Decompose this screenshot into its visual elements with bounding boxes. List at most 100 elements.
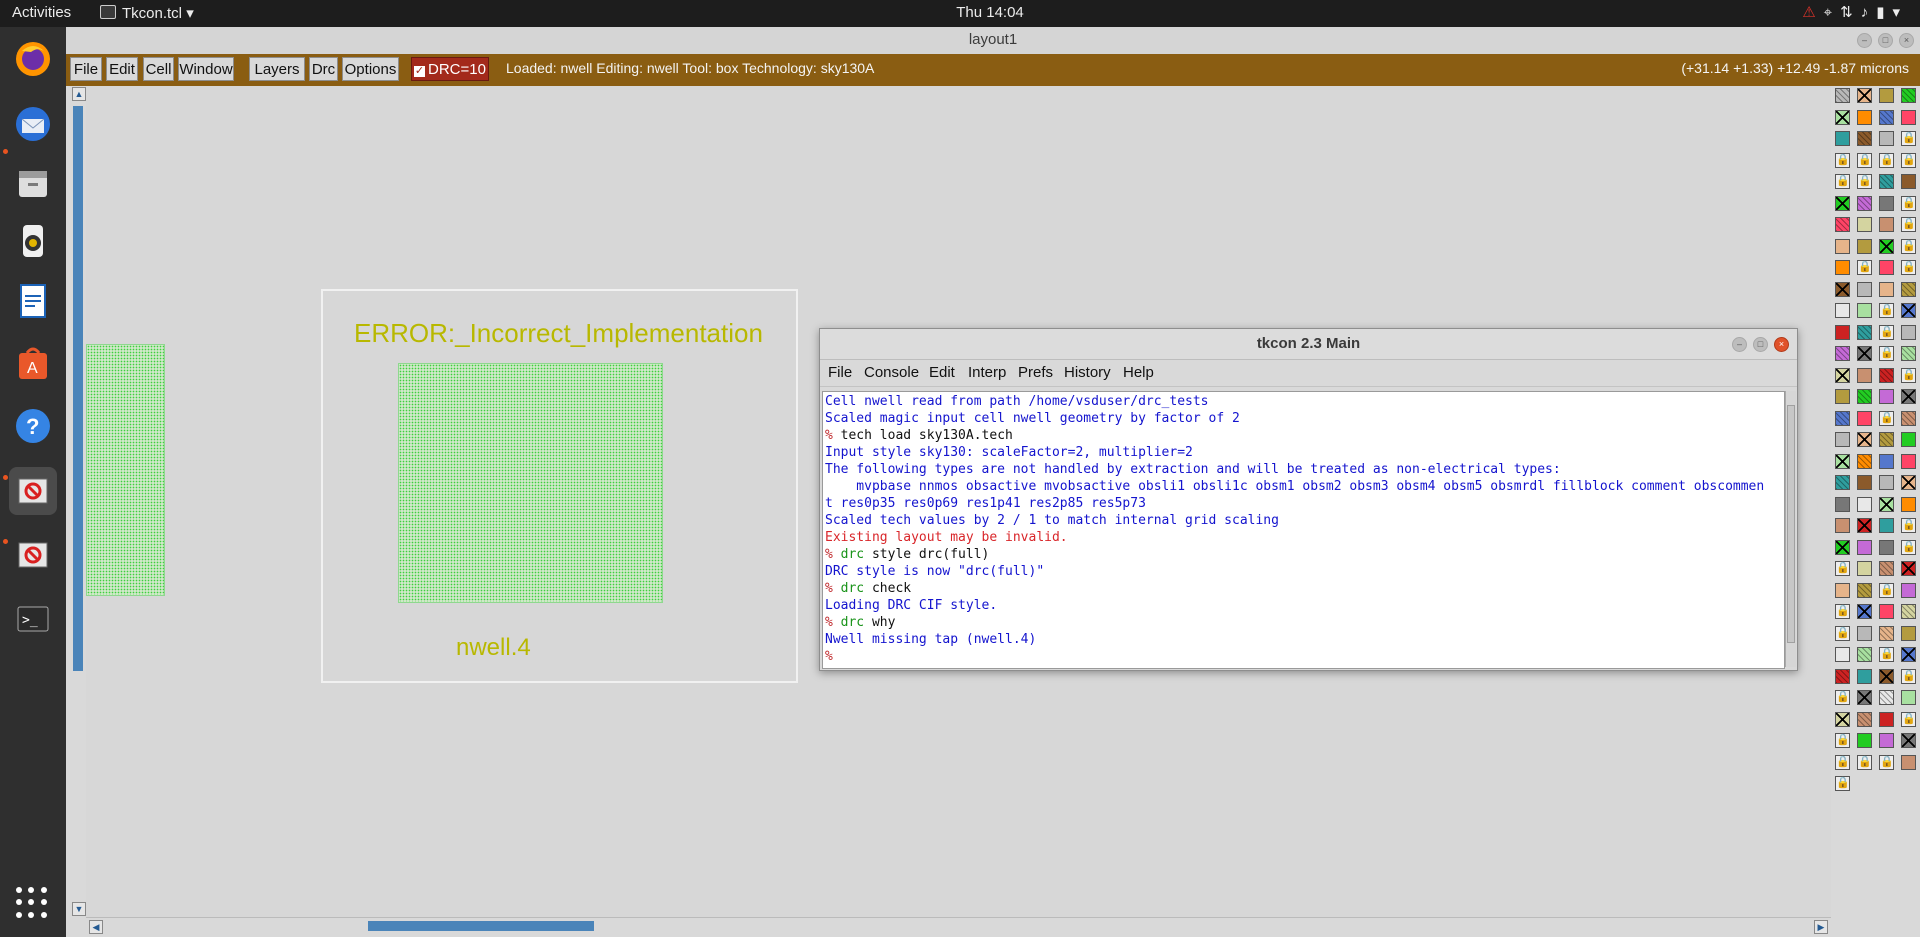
layer-swatch[interactable] [1901, 109, 1916, 125]
layer-swatch[interactable] [1857, 582, 1872, 598]
show-applications-icon[interactable] [16, 887, 48, 919]
lock-icon[interactable]: 🔒 [1879, 754, 1894, 770]
layer-swatch[interactable] [1879, 733, 1894, 748]
layer-swatch[interactable] [1835, 238, 1850, 254]
layer-swatch[interactable] [1879, 711, 1894, 727]
layer-swatch[interactable] [1879, 238, 1894, 254]
lock-icon[interactable]: 🔒 [1835, 152, 1850, 168]
scroll-right-icon[interactable]: ▶ [1814, 920, 1828, 934]
layer-swatch[interactable] [1835, 410, 1850, 426]
magic-launcher[interactable] [9, 531, 57, 579]
layer-swatch[interactable] [1879, 109, 1894, 125]
lock-icon[interactable]: 🔒 [1901, 152, 1916, 168]
layer-swatch[interactable] [1857, 195, 1872, 211]
layer-swatch[interactable] [1901, 88, 1916, 103]
lock-icon[interactable]: 🔒 [1857, 152, 1872, 168]
layer-swatch[interactable] [1879, 260, 1894, 275]
lock-icon[interactable]: 🔒 [1857, 260, 1872, 275]
layer-swatch[interactable] [1857, 346, 1872, 361]
lock-icon[interactable]: 🔒 [1835, 561, 1850, 576]
layer-swatch[interactable] [1857, 453, 1872, 469]
layer-swatch[interactable] [1835, 496, 1850, 512]
lock-icon[interactable]: 🔒 [1835, 174, 1850, 189]
tkcon-scrollbar[interactable] [1785, 391, 1796, 667]
layer-swatch[interactable] [1857, 109, 1872, 125]
layer-swatch[interactable] [1879, 432, 1894, 447]
lock-icon[interactable]: 🔒 [1879, 582, 1894, 598]
layer-swatch[interactable] [1835, 260, 1850, 275]
layer-swatch[interactable] [1901, 324, 1916, 340]
layer-swatch[interactable] [1835, 281, 1850, 297]
lock-icon[interactable]: 🔒 [1901, 518, 1916, 533]
layer-swatch[interactable] [1835, 217, 1850, 232]
layer-swatch[interactable] [1857, 625, 1872, 641]
layer-swatch[interactable] [1879, 690, 1894, 705]
lock-icon[interactable]: 🔒 [1901, 539, 1916, 555]
accessibility-icon[interactable]: ⌖ [1824, 4, 1840, 21]
layer-swatch[interactable] [1857, 647, 1872, 662]
lock-icon[interactable]: 🔒 [1835, 625, 1850, 641]
terminal-launcher[interactable]: >_ [9, 595, 57, 643]
network-icon[interactable]: ⇅ [1840, 4, 1861, 21]
layer-swatch[interactable] [1835, 346, 1850, 361]
layer-swatch[interactable] [1879, 217, 1894, 232]
lock-icon[interactable]: 🔒 [1835, 754, 1850, 770]
layer-swatch[interactable] [1879, 625, 1894, 641]
layer-swatch[interactable] [1857, 496, 1872, 512]
lock-icon[interactable]: 🔒 [1901, 711, 1916, 727]
lock-icon[interactable]: 🔒 [1879, 410, 1894, 426]
layer-swatch[interactable] [1857, 668, 1872, 684]
layer-swatch[interactable] [1901, 303, 1916, 318]
layer-swatch[interactable] [1857, 303, 1872, 318]
layer-swatch[interactable] [1835, 131, 1850, 146]
layer-swatch[interactable] [1901, 754, 1916, 770]
lock-icon[interactable]: 🔒 [1901, 668, 1916, 684]
layer-swatch[interactable] [1901, 561, 1916, 576]
drc-toggle-button[interactable]: ✓ DRC=10 [411, 57, 489, 81]
power-menu-icon[interactable]: ▾ [1892, 4, 1908, 21]
layer-swatch[interactable] [1879, 475, 1894, 490]
software-launcher[interactable]: A [9, 339, 57, 387]
layer-swatch[interactable] [1879, 195, 1894, 211]
layer-swatch[interactable] [1879, 604, 1894, 619]
horizontal-scroll-thumb[interactable] [368, 921, 594, 931]
layer-swatch[interactable] [1857, 410, 1872, 426]
menu-cell[interactable]: Cell [143, 57, 174, 81]
layer-swatch[interactable] [1835, 432, 1850, 447]
tkcon-scroll-thumb[interactable] [1787, 405, 1795, 643]
layer-swatch[interactable] [1879, 389, 1894, 404]
nwell-layer-box[interactable] [398, 363, 663, 603]
layer-swatch[interactable] [1901, 690, 1916, 705]
rhythmbox-launcher[interactable] [9, 217, 57, 265]
layer-swatch[interactable] [1857, 539, 1872, 555]
maximize-button[interactable]: □ [1878, 33, 1893, 48]
nwell-layer-patch[interactable] [86, 344, 165, 596]
scroll-left-icon[interactable]: ◀ [89, 920, 103, 934]
layer-swatch[interactable] [1901, 453, 1916, 469]
layer-swatch[interactable] [1879, 668, 1894, 684]
volume-icon[interactable]: ♪ [1861, 4, 1877, 21]
layer-swatch[interactable] [1901, 733, 1916, 748]
layer-swatch[interactable] [1879, 367, 1894, 383]
layer-swatch[interactable] [1835, 647, 1850, 662]
tkcon-minimize-button[interactable]: – [1732, 337, 1747, 352]
minimize-button[interactable]: – [1857, 33, 1872, 48]
tkcon-menu-help[interactable]: Help [1123, 364, 1154, 381]
activities-button[interactable]: Activities [12, 4, 71, 21]
thunderbird-launcher[interactable] [9, 100, 57, 148]
layer-swatch[interactable] [1835, 303, 1850, 318]
lock-icon[interactable]: 🔒 [1901, 238, 1916, 254]
layer-swatch[interactable] [1901, 432, 1916, 447]
lock-icon[interactable]: 🔒 [1901, 367, 1916, 383]
vertical-scroll-thumb[interactable] [73, 106, 83, 671]
lock-icon[interactable]: 🔒 [1901, 195, 1916, 211]
tkcon-maximize-button[interactable]: □ [1753, 337, 1768, 352]
menu-edit[interactable]: Edit [106, 57, 138, 81]
layer-swatch[interactable] [1901, 647, 1916, 662]
lock-icon[interactable]: 🔒 [1857, 754, 1872, 770]
layer-swatch[interactable] [1879, 539, 1894, 555]
lock-icon[interactable]: 🔒 [1879, 303, 1894, 318]
lock-icon[interactable]: 🔒 [1901, 217, 1916, 232]
layer-swatch[interactable] [1901, 625, 1916, 641]
layer-swatch[interactable] [1879, 281, 1894, 297]
